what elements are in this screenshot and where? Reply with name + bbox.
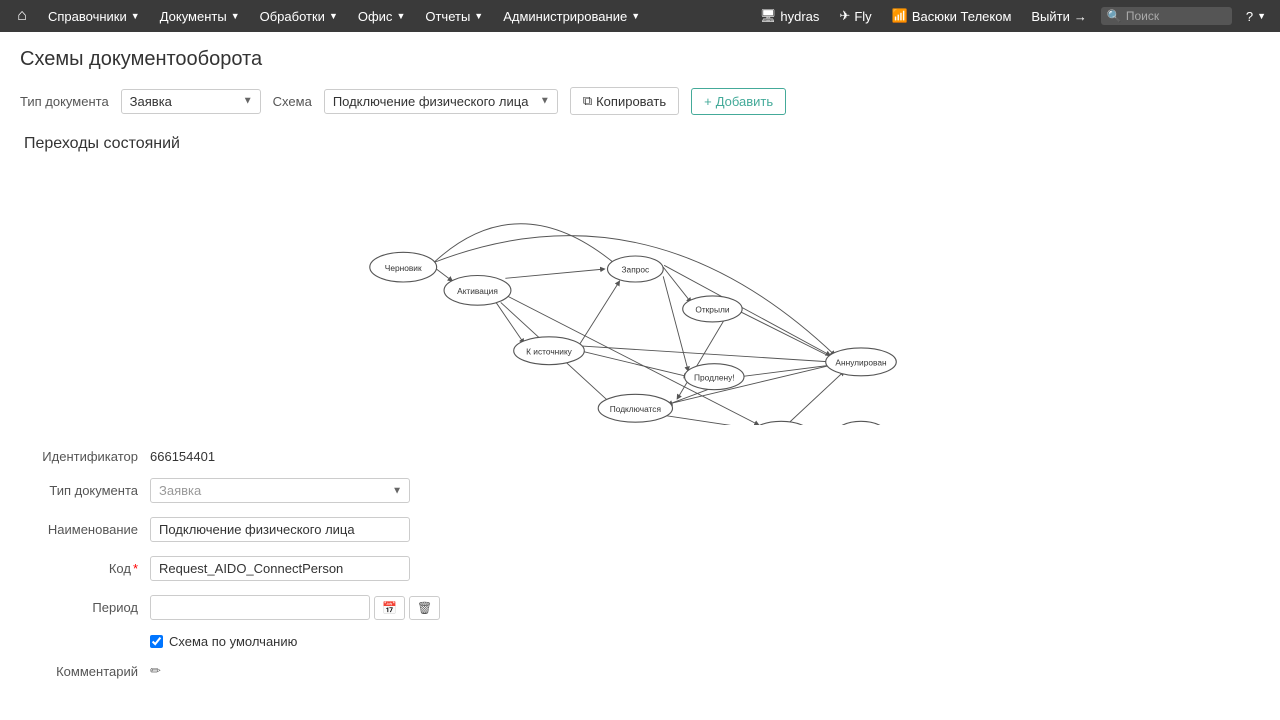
nav-company[interactable]: 📶 Васюки Телеком — [886, 5, 1018, 27]
doc-type-select-wrapper: Заявка ▼ — [121, 89, 261, 114]
nav-label-admin: Администрирование — [503, 9, 627, 24]
nav-company-label: Васюки Телеком — [912, 9, 1012, 24]
nav-fly[interactable]: ✈ Fly — [833, 5, 877, 27]
plane-icon: ✈ — [839, 8, 850, 24]
code-input[interactable] — [150, 556, 410, 581]
name-label: Наименование — [20, 522, 150, 537]
id-row: Идентификатор 666154401 — [20, 449, 1260, 464]
info-section: Идентификатор 666154401 Тип документа За… — [20, 445, 1260, 697]
comment-controls: ✏ — [150, 663, 161, 679]
help-button[interactable]: ? ▼ — [1240, 6, 1272, 27]
svg-text:Черновик: Черновик — [385, 263, 422, 273]
nav-fly-label: Fly — [854, 9, 871, 24]
workflow-diagram: Черновик Активация Запрос Открыли К исто… — [20, 165, 1260, 425]
doc-type-form-select[interactable]: Заявка — [150, 478, 410, 503]
nav-item-processing[interactable]: Обработки ▼ — [252, 5, 346, 28]
chevron-down-icon: ▼ — [396, 11, 405, 21]
id-label: Идентификатор — [20, 449, 150, 464]
doc-type-select[interactable]: Заявка — [121, 89, 261, 114]
monitor-icon: 🖥 — [760, 8, 777, 24]
id-value: 666154401 — [150, 449, 215, 464]
chevron-down-icon: ▼ — [231, 11, 240, 21]
svg-text:Активация: Активация — [457, 286, 498, 296]
default-schema-checkbox-row: Схема по умолчанию — [150, 634, 297, 649]
signal-icon: 📶 — [892, 8, 908, 24]
period-controls: 📅 🗑 — [150, 595, 440, 620]
doc-type-form-label: Тип документа — [20, 483, 150, 498]
period-label: Период — [20, 600, 150, 615]
home-button[interactable]: ⌂ — [8, 2, 36, 30]
search-box: 🔍 — [1101, 7, 1232, 25]
nav-item-reports[interactable]: Отчеты ▼ — [417, 5, 491, 28]
nav-hydras-label: hydras — [780, 9, 819, 24]
default-schema-row: Схема по умолчанию — [20, 634, 1260, 649]
svg-text:К источнику: К источнику — [526, 346, 573, 356]
nav-hydras[interactable]: 🖥 hydras — [754, 5, 826, 27]
nav-label-reports: Отчеты — [425, 9, 470, 24]
nav-item-admin[interactable]: Администрирование ▼ — [495, 5, 648, 28]
nav-item-office[interactable]: Офис ▼ — [350, 5, 414, 28]
comment-row: Комментарий ✏ — [20, 663, 1260, 679]
diagram-area: Черновик Активация Запрос Открыли К исто… — [20, 165, 1260, 425]
add-button[interactable]: + Добавить — [691, 88, 786, 115]
delete-icon: 🗑 — [417, 601, 432, 615]
schema-select-wrapper: Подключение физического лица ▼ — [324, 89, 558, 114]
page-content: Схемы документооборота Тип документа Зая… — [0, 32, 1280, 713]
chevron-down-icon: ▼ — [329, 11, 338, 21]
search-input[interactable] — [1126, 9, 1226, 23]
nav-logout-label: Выйти — [1031, 9, 1070, 24]
nav-label-guides: Справочники — [48, 9, 127, 24]
chevron-down-icon: ▼ — [631, 11, 640, 21]
nav-label-documents: Документы — [160, 9, 227, 24]
navbar: ⌂ Справочники ▼ Документы ▼ Обработки ▼ … — [0, 0, 1280, 32]
period-row: Период 📅 🗑 — [20, 595, 1260, 620]
nav-item-guides[interactable]: Справочники ▼ — [40, 5, 148, 28]
home-icon: ⌂ — [17, 7, 27, 25]
doc-type-row: Тип документа Заявка ▼ — [20, 478, 1260, 503]
help-icon: ? — [1246, 9, 1253, 24]
name-row: Наименование — [20, 517, 1260, 542]
chevron-down-icon: ▼ — [1257, 11, 1266, 21]
comment-label: Комментарий — [20, 664, 150, 679]
nav-logout[interactable]: Выйти → — [1025, 6, 1093, 27]
doc-type-label: Тип документа — [20, 94, 109, 109]
default-schema-label[interactable]: Схема по умолчанию — [169, 634, 297, 649]
svg-text:Запрос: Запрос — [622, 265, 650, 275]
nav-label-office: Офис — [358, 9, 393, 24]
chevron-down-icon: ▼ — [131, 11, 140, 21]
period-input[interactable] — [150, 595, 370, 620]
copy-label: Копировать — [596, 94, 666, 109]
svg-text:Аннулирован: Аннулирован — [835, 358, 887, 368]
transitions-title: Переходы состояний — [20, 135, 1260, 153]
default-schema-checkbox[interactable] — [150, 635, 163, 648]
svg-text:Открыли: Открыли — [695, 305, 729, 315]
copy-icon: ⧉ — [583, 93, 592, 109]
calendar-button[interactable]: 📅 — [374, 596, 405, 620]
logout-icon: → — [1074, 9, 1087, 24]
edit-icon[interactable]: ✏ — [150, 663, 161, 679]
name-input[interactable] — [150, 517, 410, 542]
plus-icon: + — [704, 94, 712, 109]
calendar-icon: 📅 — [382, 601, 397, 615]
nav-right: 🖥 hydras ✈ Fly 📶 Васюки Телеком Выйти → … — [754, 5, 1272, 27]
clear-date-button[interactable]: 🗑 — [409, 596, 440, 620]
chevron-down-icon: ▼ — [474, 11, 483, 21]
search-icon: 🔍 — [1107, 9, 1122, 23]
doc-type-form-select-wrapper: Заявка ▼ — [150, 478, 410, 503]
page-title: Схемы документооборота — [20, 48, 1260, 71]
code-row: Код — [20, 556, 1260, 581]
schema-select[interactable]: Подключение физического лица — [324, 89, 558, 114]
add-label: Добавить — [716, 94, 773, 109]
nav-label-processing: Обработки — [260, 9, 325, 24]
svg-text:Продлену!: Продлену! — [694, 372, 735, 382]
copy-button[interactable]: ⧉ Копировать — [570, 87, 679, 115]
svg-text:Подключатся: Подключатся — [610, 404, 661, 414]
toolbar: Тип документа Заявка ▼ Схема Подключение… — [20, 87, 1260, 115]
code-label: Код — [20, 561, 150, 576]
schema-label: Схема — [273, 94, 312, 109]
nav-item-documents[interactable]: Документы ▼ — [152, 5, 248, 28]
